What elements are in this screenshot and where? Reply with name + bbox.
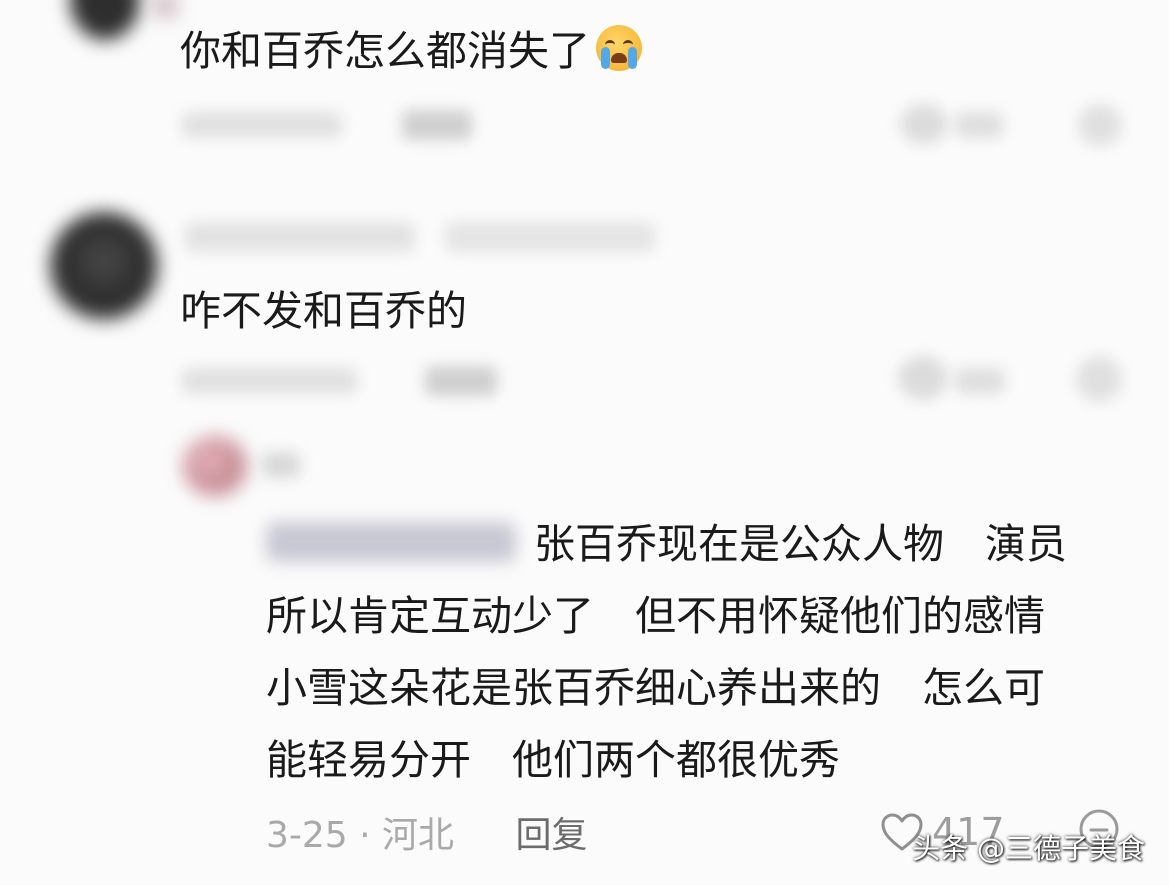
watermark: 头条 @三德子美食	[912, 832, 1145, 865]
username-blurred[interactable]	[185, 222, 415, 252]
reply-line-text: 能轻易分开 他们两个都很优秀	[266, 736, 840, 784]
reply-line: 小雪这朵花是张百乔细心养出来的 怎么可	[266, 652, 1116, 724]
reply-text: 张百乔现在是公众人物 演员 所以肯定互动少了 但不用怀疑他们的感情 小雪这朵花是…	[266, 508, 1116, 796]
crying-face-icon	[596, 25, 642, 71]
avatar[interactable]	[70, 0, 140, 40]
reply-link-blurred[interactable]	[425, 366, 497, 396]
comment-text-content: 咋不发和百乔的	[180, 287, 467, 335]
reply-line: 能轻易分开 他们两个都很优秀	[266, 724, 1116, 796]
comment-text: 你和百乔怎么都消失了	[180, 22, 642, 80]
reply-line: 所以肯定互动少了 但不用怀疑他们的感情	[266, 580, 1116, 652]
avatar-decoration	[150, 0, 180, 20]
like-icon-blurred[interactable]	[898, 356, 948, 400]
avatar[interactable]	[50, 212, 158, 320]
reply-line: 张百乔现在是公众人物 演员	[266, 508, 1116, 580]
reply-line-text: 小雪这朵花是张百乔细心养出来的 怎么可	[266, 664, 1045, 712]
reply-meta: 3-25 · 河北 回复	[266, 806, 588, 858]
avatar[interactable]	[183, 436, 247, 496]
like-count-blurred	[955, 112, 1003, 138]
comment-meta-blurred	[182, 368, 357, 394]
dislike-icon-blurred[interactable]	[1078, 104, 1122, 146]
date-location: 3-25 · 河北	[266, 815, 455, 856]
username-blurred[interactable]	[262, 452, 300, 478]
user-tag-blurred	[445, 222, 655, 252]
dislike-icon-blurred[interactable]	[1076, 356, 1122, 402]
reply-mention-blurred[interactable]	[266, 522, 516, 562]
reply-button[interactable]: 回复	[516, 815, 588, 856]
reply-link-blurred[interactable]	[402, 110, 472, 140]
comment-meta-blurred	[182, 112, 342, 138]
like-icon-blurred[interactable]	[900, 104, 948, 144]
reply-line-text: 张百乔现在是公众人物 演员	[534, 520, 1067, 568]
comment-text: 咋不发和百乔的	[180, 282, 467, 340]
reply-line-text: 所以肯定互动少了 但不用怀疑他们的感情	[266, 592, 1045, 640]
like-count-blurred	[955, 368, 1005, 394]
comment-text-content: 你和百乔怎么都消失了	[180, 27, 590, 75]
